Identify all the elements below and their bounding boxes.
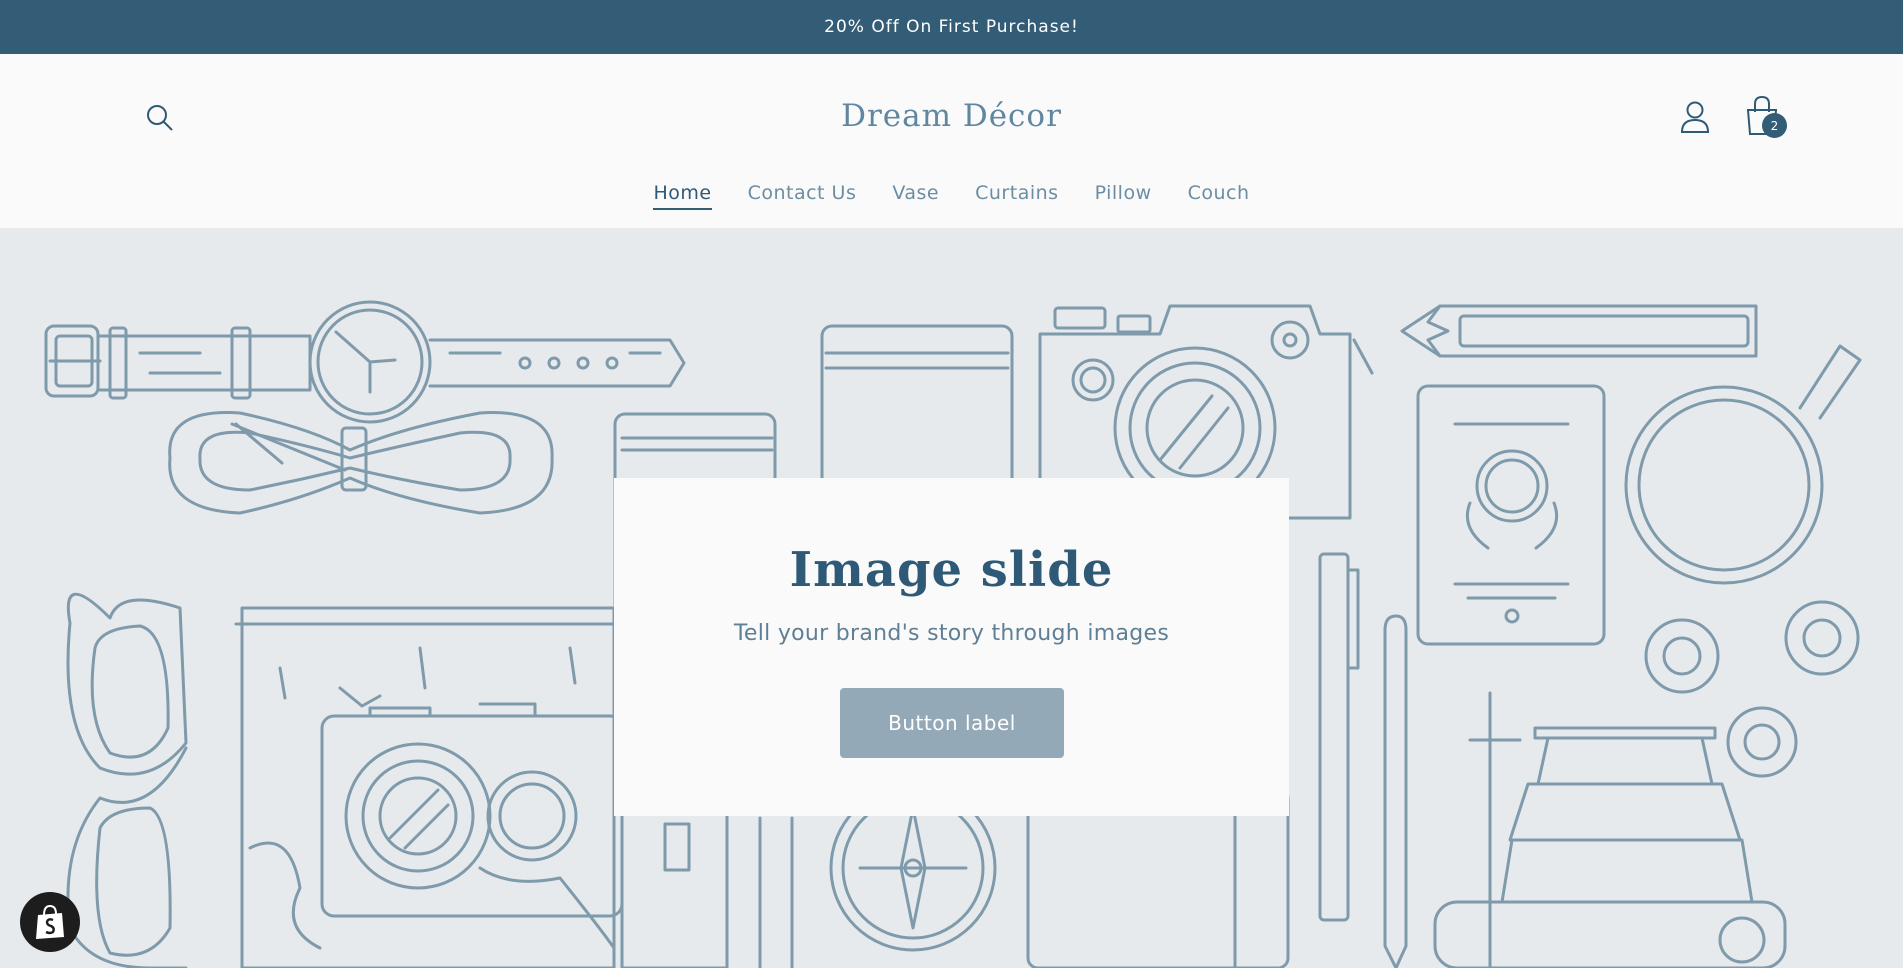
- brand-logo[interactable]: Dream Décor: [0, 98, 1903, 134]
- lens-illustration: [1433, 691, 1787, 968]
- nav-item-vase[interactable]: Vase: [892, 182, 939, 210]
- slide-subtitle: Tell your brand's story through images: [733, 621, 1170, 646]
- sunglasses-illustration: [66, 592, 188, 968]
- mug-illustration: [1624, 344, 1862, 585]
- hero-slideshow: Image slide Tell your brand's story thro…: [0, 228, 1903, 968]
- slide-title: Image slide: [789, 542, 1114, 598]
- announcement-bar: 20% Off On First Purchase!: [0, 0, 1903, 54]
- site-header: Dream Décor 2 Home Contact Us Vase Curta…: [0, 54, 1903, 228]
- shopify-chat-button[interactable]: [20, 892, 80, 952]
- pen-illustration: [1318, 552, 1408, 968]
- announcement-text: 20% Off On First Purchase!: [824, 17, 1079, 37]
- watch-illustration: [44, 300, 686, 424]
- passport-illustration: [1416, 384, 1606, 646]
- ruler-illustration: [620, 806, 794, 968]
- map-illustration: [234, 606, 616, 968]
- main-nav: Home Contact Us Vase Curtains Pillow Cou…: [0, 182, 1903, 210]
- nav-item-curtains[interactable]: Curtains: [975, 182, 1058, 210]
- slide-content-card: Image slide Tell your brand's story thro…: [614, 478, 1289, 816]
- cart-count-badge: 2: [1762, 113, 1787, 138]
- shopping-bag-logo-icon: [36, 904, 64, 939]
- account-button[interactable]: [1677, 98, 1713, 136]
- nav-item-home[interactable]: Home: [653, 182, 712, 210]
- pencil-illustration: [1400, 304, 1758, 358]
- nav-item-contact-us[interactable]: Contact Us: [748, 182, 857, 210]
- user-icon: [1680, 101, 1710, 133]
- instant-camera-illustration: [320, 686, 624, 918]
- tape-illustration: [1644, 600, 1860, 778]
- nav-item-pillow[interactable]: Pillow: [1095, 182, 1152, 210]
- bow-tie-illustration: [168, 411, 554, 515]
- slide-cta-button[interactable]: Button label: [840, 688, 1064, 758]
- nav-item-couch[interactable]: Couch: [1188, 182, 1250, 210]
